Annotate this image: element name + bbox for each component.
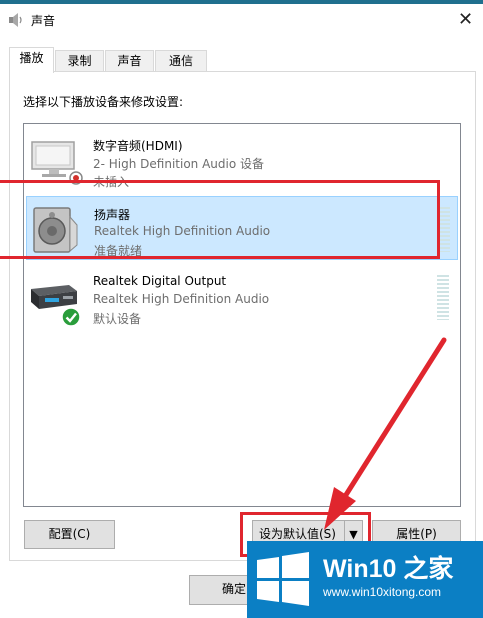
configure-button-label: 配置(C) — [48, 527, 91, 541]
device-status: 未插入 — [93, 175, 130, 189]
device-item-digital-output[interactable]: Realtek Digital Output Realtek High Defi… — [26, 265, 458, 329]
tab-sounds[interactable]: 声音 — [105, 50, 154, 72]
speaker-icon — [8, 12, 24, 28]
watermark-url: www.win10xitong.com — [323, 585, 442, 599]
device-description: Realtek High Definition Audio — [94, 224, 271, 238]
close-icon[interactable]: ✕ — [448, 6, 483, 34]
tab-recording[interactable]: 录制 — [55, 50, 104, 72]
windows-logo-icon — [255, 552, 311, 606]
window-title: 声音 — [31, 14, 56, 28]
watermark-banner: Win10 之家 www.win10xitong.com — [247, 541, 483, 618]
speaker-device-icon — [30, 205, 80, 255]
device-description: Realtek High Definition Audio — [93, 292, 270, 306]
device-name: 扬声器 — [94, 208, 131, 222]
ok-button-label: 确定 — [221, 582, 246, 596]
playback-device-list[interactable]: 数字音频(HDMI) 2- High Definition Audio 设备 未… — [23, 123, 461, 507]
volume-level-meter — [437, 275, 449, 320]
watermark-brand: Win10 之家 — [323, 555, 454, 583]
default-check-badge — [61, 307, 81, 327]
device-description: 2- High Definition Audio 设备 — [93, 157, 265, 171]
device-status: 默认设备 — [93, 312, 142, 326]
device-list-prompt: 选择以下播放设备来修改设置: — [23, 95, 184, 109]
device-item-hdmi[interactable]: 数字音频(HDMI) 2- High Definition Audio 设备 未… — [26, 128, 458, 192]
title-bar: 声音 ✕ — [0, 4, 483, 36]
device-name: 数字音频(HDMI) — [93, 139, 183, 153]
device-item-speakers[interactable]: 扬声器 Realtek High Definition Audio 准备就绪 — [26, 196, 458, 260]
configure-button[interactable]: 配置(C) — [24, 520, 115, 549]
tab-playback[interactable]: 播放 — [9, 47, 54, 73]
unplugged-badge — [69, 171, 83, 185]
device-name: Realtek Digital Output — [93, 274, 227, 288]
device-status: 准备就绪 — [94, 244, 143, 258]
volume-level-meter — [438, 207, 450, 252]
tab-communications[interactable]: 通信 — [155, 50, 207, 72]
